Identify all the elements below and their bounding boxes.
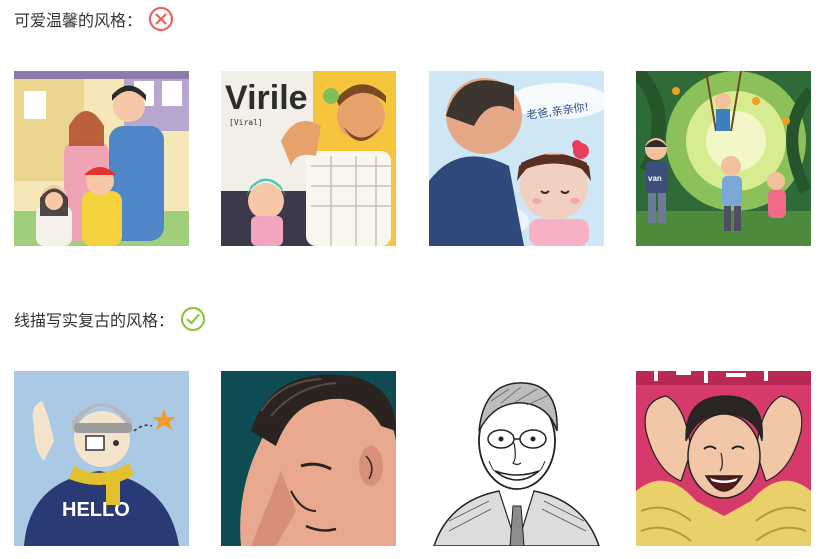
sketch-portrait-illustration bbox=[429, 371, 604, 546]
cross-circle-icon bbox=[148, 6, 174, 32]
virile-subtitle-text: [Viral] bbox=[229, 118, 263, 127]
virile-poster-illustration: Virile [Viral] bbox=[221, 71, 396, 246]
laughing-man-red-poster-illustration bbox=[636, 371, 811, 546]
man-profile-teal-illustration bbox=[221, 371, 396, 546]
family-illustration bbox=[14, 71, 189, 246]
virile-title-text: Virile bbox=[225, 79, 308, 117]
section-title-text: 线描写实复古的风格： bbox=[14, 311, 175, 330]
father-daughter-hug-illustration: 老爸,亲亲你! bbox=[429, 71, 604, 246]
check-circle-icon bbox=[180, 306, 206, 332]
section-title-line-drawing-style: 线描写实复古的风格： bbox=[14, 304, 206, 334]
hello-sweater-illustration: HELLO bbox=[14, 371, 189, 546]
section-title-text: 可爱温馨的风格： bbox=[14, 11, 143, 30]
shirt-text: van bbox=[648, 174, 662, 183]
playground-swing-illustration: van bbox=[636, 71, 811, 246]
page: 可爱温馨的风格： Virile [Viral] 老爸,亲亲你! van 线描写实… bbox=[0, 0, 821, 559]
section-title-cute-style: 可爱温馨的风格： bbox=[14, 4, 174, 34]
